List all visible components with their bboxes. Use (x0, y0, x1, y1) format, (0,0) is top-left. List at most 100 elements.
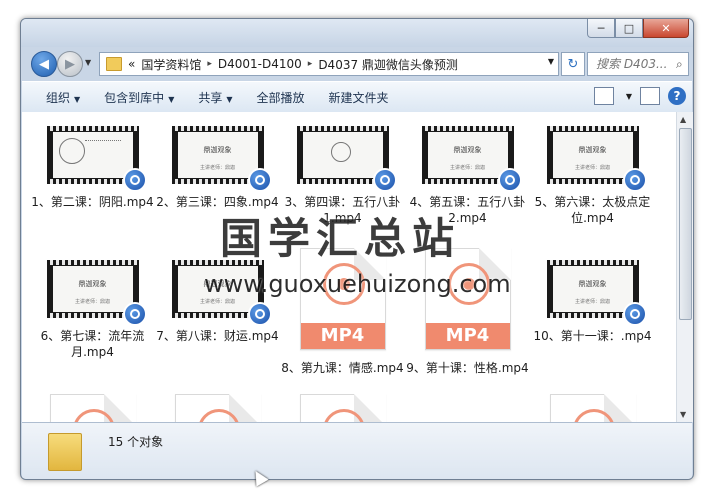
thumbnail-frame: 鼎迦观象主讲老师：鼎迦 (177, 132, 258, 178)
slide-subtitle: 主讲老师：鼎迦 (199, 165, 235, 171)
slide-title: 鼎迦观象 (453, 146, 482, 154)
media-player-icon (622, 168, 647, 192)
diagram-graphic (58, 138, 85, 164)
mp4-file-icon (49, 394, 136, 422)
change-view-icon[interactable] (593, 87, 614, 105)
slide-subtitle: 主讲老师：鼎迦 (74, 299, 110, 305)
slide-title: 鼎迦观象 (78, 280, 107, 288)
file-item[interactable]: 1、第二课：阴阳.mp4 (30, 124, 155, 258)
video-thumbnail (296, 126, 397, 192)
file-name: 9、第十课：性格.mp4 (406, 361, 529, 375)
scroll-down-icon[interactable]: ▼ (680, 410, 686, 419)
maximize-button[interactable]: □ (615, 19, 643, 38)
mp4-badge: MP4 (300, 323, 385, 349)
video-thumbnail: 鼎迦观象 主讲老师：鼎迦 (546, 260, 647, 326)
file-item[interactable] (280, 392, 405, 422)
new-folder-button[interactable]: 新建文件夹 (329, 89, 389, 106)
command-label: 组织 (46, 90, 71, 105)
film-strip-edge (296, 126, 389, 131)
file-item[interactable] (155, 392, 280, 422)
file-grid: 1、第二课：阴阳.mp4 鼎迦观象 主讲老师：鼎迦 2、第三课：四象.mp4 3、第四课… (22, 112, 676, 422)
mp4-file-icon (174, 394, 261, 422)
breadcrumb-item[interactable]: 国学资料馆 (141, 56, 201, 73)
command-label: 包含到库中 (104, 90, 165, 105)
file-item[interactable]: 鼎迦观象 主讲老师：鼎迦 5、第六课：太极点定位.mp4 (530, 124, 655, 258)
arrow-right-icon: ▶ (65, 56, 75, 72)
file-item[interactable]: 鼎迦观象 主讲老师：鼎迦 10、第十一课：.mp4 (530, 258, 655, 392)
address-bar[interactable]: « 国学资料馆 ▸ D4001-D4100 ▸ D4037 鼎迦微信头像预测 ▼ (99, 52, 559, 76)
minimize-button[interactable]: ─ (587, 19, 615, 38)
chevron-down-icon[interactable]: ▼ (548, 57, 554, 66)
file-name: 6、第七课：流年流月.mp4 (40, 329, 145, 359)
thumbnail-frame: 鼎迦观象 主讲老师：鼎迦 (552, 132, 633, 178)
video-thumbnail (46, 126, 147, 192)
watermark-url: www.guoxuehuizong.com (204, 270, 511, 298)
thumbnail-frame (52, 132, 133, 178)
slide-subtitle: 主讲老师：鼎迦 (574, 299, 610, 305)
title-bar: ─ □ ✕ (21, 19, 693, 47)
details-pane: 15 个对象 (22, 422, 692, 479)
folder-icon (48, 433, 82, 471)
organize-menu[interactable]: 组织 ▼ (46, 89, 80, 106)
search-input[interactable] (594, 56, 676, 72)
file-name: 1、第二课：阴阳.mp4 (31, 195, 154, 209)
file-item[interactable] (530, 392, 655, 422)
video-thumbnail: 鼎迦观象主讲老师：鼎迦 (46, 260, 147, 326)
file-name: 7、第八课：财运.mp4 (156, 329, 279, 343)
video-thumbnail: 鼎迦观象 主讲老师：鼎迦 (546, 126, 647, 192)
media-player-icon (247, 302, 272, 326)
breadcrumb-item[interactable]: D4001-D4100 (218, 57, 302, 71)
address-overflow[interactable]: « (128, 57, 135, 71)
diagram-lines (84, 140, 121, 157)
film-strip-edge (546, 260, 639, 265)
file-name: 8、第九课：情感.mp4 (281, 361, 404, 375)
close-button[interactable]: ✕ (643, 19, 689, 38)
scroll-thumb[interactable] (679, 128, 692, 320)
film-strip-edge (171, 126, 264, 131)
slide-title: 鼎迦观象 (203, 146, 232, 154)
folder-icon (106, 57, 122, 71)
watermark-title: 国学汇总站 (220, 214, 461, 263)
mp4-file-icon (299, 394, 386, 422)
chevron-down-icon[interactable]: ▼ (626, 92, 632, 101)
film-strip-edge (546, 126, 639, 131)
recent-pages-dropdown[interactable]: ▼ (85, 58, 91, 67)
mp4-file-icon (549, 394, 636, 422)
file-item[interactable]: 鼎迦观象 (405, 392, 530, 422)
preview-pane-icon[interactable] (640, 87, 660, 105)
breadcrumb-item[interactable]: D4037 鼎迦微信头像预测 (318, 56, 458, 73)
include-in-library-menu[interactable]: 包含到库中 ▼ (104, 89, 174, 106)
help-icon[interactable]: ? (668, 87, 686, 105)
play-all-button[interactable]: 全部播放 (257, 89, 305, 106)
breadcrumb-separator-icon[interactable]: ▸ (207, 59, 212, 69)
media-player-icon (372, 168, 397, 192)
chevron-down-icon: ▼ (226, 94, 233, 104)
thumbnail-frame: 鼎迦观象主讲老师：鼎迦 (52, 266, 133, 312)
video-thumbnail: 鼎迦观象主讲老师：鼎迦 (171, 126, 272, 192)
forward-button[interactable]: ▶ (57, 51, 83, 77)
slide-subtitle: 主讲老师：鼎迦 (449, 165, 485, 171)
refresh-button[interactable]: ↻ (561, 52, 585, 76)
film-strip-edge (421, 126, 514, 131)
thumbnail-frame (302, 132, 383, 178)
film-strip-edge (46, 126, 139, 131)
command-label: 全部播放 (256, 90, 305, 105)
back-button[interactable]: ◀ (31, 51, 57, 77)
refresh-icon: ↻ (567, 56, 579, 72)
command-bar: 组织 ▼ 包含到库中 ▼ 共享 ▼ 全部播放 新建文件夹 ▼ ? (22, 81, 692, 113)
slide-title: 鼎迦观象 (578, 146, 607, 154)
navigation-bar: ◀ ▶ ▼ « 国学资料馆 ▸ D4001-D4100 ▸ D4037 鼎迦微信… (29, 49, 689, 77)
breadcrumb-separator-icon[interactable]: ▸ (308, 59, 313, 69)
video-thumbnail: 鼎迦观象主讲老师：鼎迦 (421, 126, 522, 192)
item-count: 15 个对象 (108, 435, 164, 449)
scroll-up-icon[interactable]: ▲ (680, 115, 686, 124)
chevron-down-icon: ▼ (168, 94, 175, 104)
search-box[interactable]: ⌕ (587, 52, 689, 76)
file-item[interactable] (30, 392, 155, 422)
media-player-icon (622, 302, 647, 326)
vertical-scrollbar[interactable]: ▲ ▼ (676, 112, 693, 422)
media-player-icon (122, 168, 147, 192)
file-item[interactable]: 鼎迦观象主讲老师：鼎迦 6、第七课：流年流月.mp4 (30, 258, 155, 392)
thumbnail-frame: 鼎迦观象 主讲老师：鼎迦 (552, 266, 633, 312)
share-menu[interactable]: 共享 ▼ (198, 89, 232, 106)
